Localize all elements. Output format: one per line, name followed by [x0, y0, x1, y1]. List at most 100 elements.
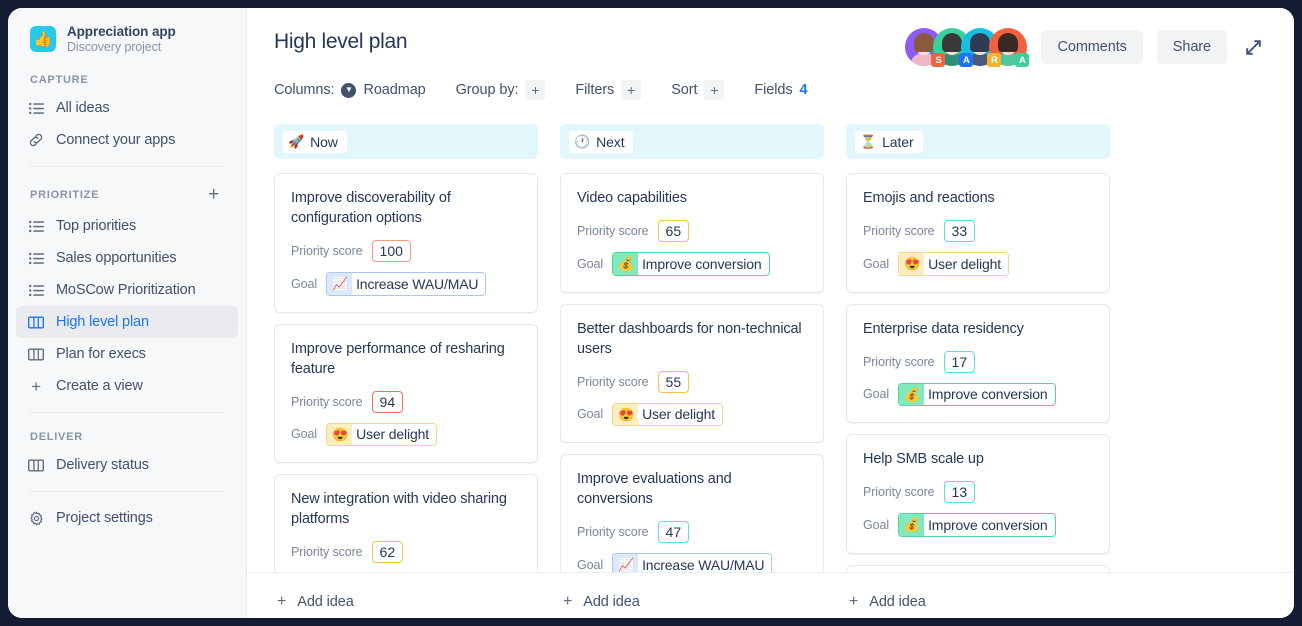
columns-control[interactable]: Columns: ▼ Roadmap [274, 82, 426, 98]
priority-score-value[interactable]: 17 [944, 351, 976, 373]
sidebar-section-deliver: DELIVER [8, 423, 246, 449]
priority-score-row: Priority score17 [863, 351, 1093, 373]
smiling-face-hearts-icon: 😍 [613, 404, 638, 426]
goal-row: Goal 💰Improve conversion [863, 383, 1093, 407]
goal-chip[interactable]: 😍User delight [612, 403, 723, 427]
column-header[interactable]: 🕐Next [560, 124, 824, 159]
idea-card[interactable]: Improve performance of resharing feature… [274, 324, 538, 464]
add-idea-slot: +Add idea [274, 581, 538, 610]
avatar-group[interactable]: SARA [905, 28, 1027, 66]
add-idea-label: Add idea [583, 594, 639, 610]
gear-icon [28, 510, 44, 526]
sidebar-divider [30, 166, 224, 167]
goal-chip[interactable]: 💰Improve conversion [612, 252, 770, 276]
column-header[interactable]: ⏳Later [846, 124, 1110, 159]
plus-icon[interactable]: + [621, 80, 641, 100]
view-toolbar: Columns: ▼ Roadmap Group by: + Filters +… [247, 66, 1294, 100]
idea-card[interactable]: Improve discoverability of configuration… [274, 173, 538, 313]
sidebar-section-capture: CAPTURE [8, 66, 246, 92]
priority-score-value[interactable]: 47 [658, 521, 690, 543]
goal-label: Goal [291, 427, 317, 441]
money-bag-icon: 💰 [899, 514, 924, 536]
goal-chip[interactable]: 💰Improve conversion [898, 513, 1056, 537]
columns-value: Roadmap [363, 82, 425, 98]
group-by-label: Group by: [456, 82, 519, 98]
priority-score-value[interactable]: 100 [372, 240, 411, 262]
filters-control[interactable]: Filters + [575, 80, 641, 100]
goal-row: Goal😍User delight [577, 403, 807, 427]
idea-card-title: Enterprise data residency [863, 319, 1093, 339]
goal-value: User delight [638, 404, 722, 424]
goal-label: Goal [863, 518, 889, 532]
app-header[interactable]: 👍 Appreciation app Discovery project [8, 8, 246, 66]
expand-diagonal-icon[interactable] [1241, 35, 1266, 60]
priority-score-value[interactable]: 65 [658, 220, 690, 242]
column-cards: Improve discoverability of configuration… [274, 173, 538, 618]
board-icon [28, 314, 44, 330]
idea-card[interactable]: Video capabilitiesPriority score65Goal💰I… [560, 173, 824, 293]
priority-score-row: Priority score 47 [577, 521, 807, 543]
sidebar-item-sales-opportunities[interactable]: Sales opportunities [16, 242, 238, 274]
sidebar-item-plan-for-execs[interactable]: Plan for execs [16, 338, 238, 370]
sidebar-item-all-ideas[interactable]: All ideas [16, 92, 238, 124]
share-button[interactable]: Share [1157, 30, 1227, 64]
priority-score-value[interactable]: 55 [658, 371, 690, 393]
comments-button[interactable]: Comments [1041, 30, 1142, 64]
goal-chip[interactable]: 📈Increase WAU/MAU [326, 272, 486, 296]
add-idea-button[interactable]: +Add idea [846, 581, 1110, 610]
avatar-badge: R [987, 53, 1001, 67]
priority-score-value[interactable]: 94 [372, 391, 404, 413]
plus-icon[interactable]: + [208, 185, 224, 204]
sidebar-item-label: Project settings [56, 510, 153, 526]
sidebar-item-delivery-status[interactable]: Delivery status [16, 449, 238, 481]
priority-score-label: Priority score [863, 224, 935, 238]
sidebar-item-moscow-prioritization[interactable]: MoSCow Prioritization [16, 274, 238, 306]
goal-label: Goal [863, 387, 889, 401]
idea-card[interactable]: Help SMB scale upPriority score13Goal💰Im… [846, 434, 1110, 554]
fields-count: 4 [799, 82, 807, 98]
sort-control[interactable]: Sort + [671, 80, 724, 100]
kanban-board: 🚀Now Improve discoverability of configura… [247, 100, 1294, 618]
sidebar-item-project-settings[interactable]: Project settings [16, 502, 238, 534]
sidebar-item-label: MoSCow Prioritization [56, 282, 195, 298]
column-cards: Video capabilitiesPriority score65Goal💰I… [560, 173, 824, 618]
add-idea-button[interactable]: +Add idea [274, 581, 538, 610]
goal-chip[interactable]: 😍User delight [898, 252, 1009, 276]
idea-card-title: Better dashboards for non-technical user… [577, 319, 807, 359]
priority-score-value[interactable]: 62 [372, 541, 404, 563]
plus-icon[interactable]: + [704, 80, 724, 100]
sidebar-item-top-priorities[interactable]: Top priorities [16, 210, 238, 242]
main-content: High level plan SARA Comments Share Colu… [247, 8, 1294, 618]
plus-icon[interactable]: + [525, 80, 545, 100]
column-header[interactable]: 🚀Now [274, 124, 538, 159]
priority-score-value[interactable]: 33 [944, 220, 976, 242]
rocket-icon: 🚀 [288, 135, 304, 148]
add-idea-button[interactable]: +Add idea [560, 581, 824, 610]
priority-score-row: Priority score55 [577, 371, 807, 393]
idea-card-title: Help SMB scale up [863, 449, 1093, 469]
sidebar-item-create-a-view[interactable]: +Create a view [16, 370, 238, 402]
goal-chip[interactable]: 😍User delight [326, 423, 437, 447]
sidebar-item-high-level-plan[interactable]: High level plan [16, 306, 238, 338]
sidebar-section-label: PRIORITIZE [30, 189, 99, 201]
idea-card[interactable]: Emojis and reactionsPriority score33Goal… [846, 173, 1110, 293]
app-subtitle: Discovery project [67, 40, 176, 54]
clock-icon: 🕐 [574, 135, 590, 148]
sidebar-item-connect-your-apps[interactable]: Connect your apps [16, 124, 238, 156]
goal-row: Goal 😍User delight [291, 423, 521, 447]
add-idea-label: Add idea [297, 594, 353, 610]
board-icon [28, 457, 44, 473]
priority-score-value[interactable]: 13 [944, 481, 976, 503]
goal-chip[interactable]: 💰Improve conversion [898, 383, 1056, 407]
idea-card-title: Emojis and reactions [863, 188, 1093, 208]
idea-card[interactable]: Enterprise data residency Priority score1… [846, 304, 1110, 424]
app-window: 👍 Appreciation app Discovery project CAP… [8, 8, 1294, 618]
goal-row: Goal📈Increase WAU/MAU [291, 272, 521, 296]
page-title: High level plan [274, 30, 407, 54]
board-column-now: 🚀Now Improve discoverability of configura… [274, 124, 538, 618]
idea-card[interactable]: Better dashboards for non-technical user… [560, 304, 824, 444]
priority-score-label: Priority score [577, 525, 649, 539]
group-by-control[interactable]: Group by: + [456, 80, 546, 100]
goal-label: Goal [577, 257, 603, 271]
fields-control[interactable]: Fields 4 [754, 82, 807, 98]
